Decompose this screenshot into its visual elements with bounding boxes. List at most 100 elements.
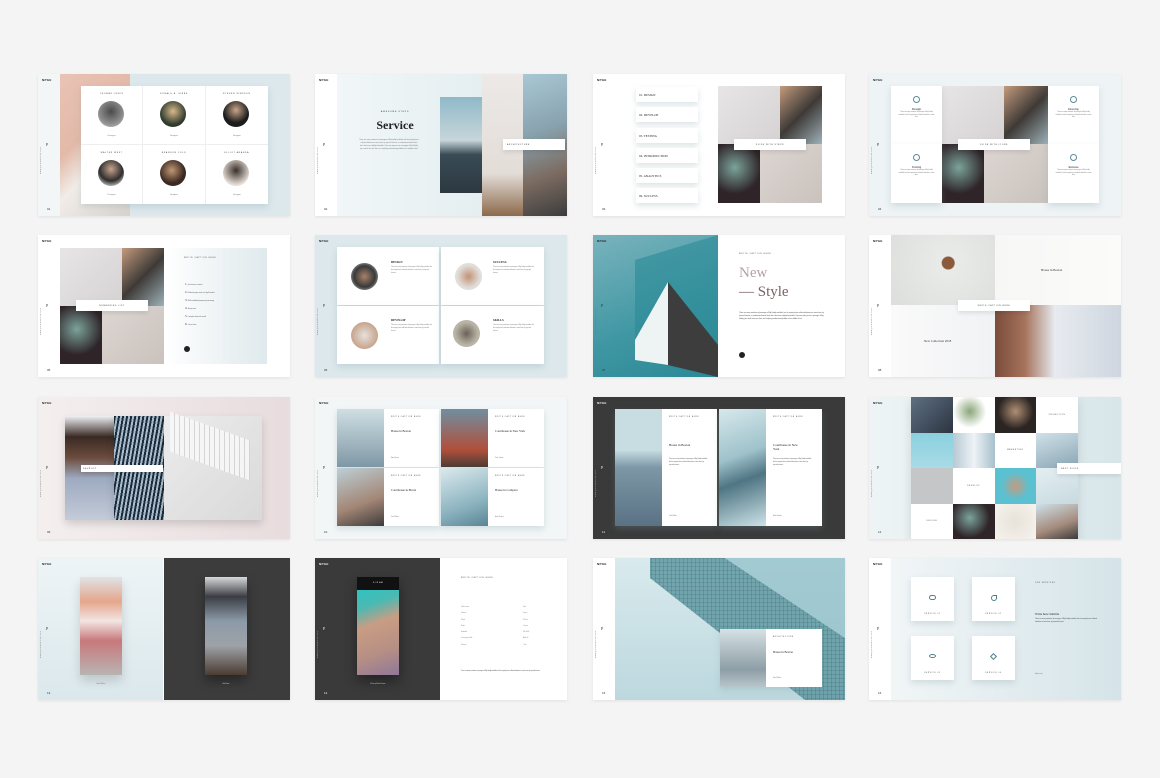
- succulent-photo: [60, 306, 102, 364]
- slide-develop[interactable]: NPGE P www.yourwebsite.com 09 DEVELOP: [38, 397, 290, 539]
- rail-mark: P: [601, 142, 604, 147]
- house-photo: [615, 409, 662, 526]
- brand-logo: NPGE: [873, 562, 883, 566]
- slide-body: There are many variations of passages of…: [359, 140, 419, 150]
- page-number: 02: [324, 207, 328, 211]
- house-author: Andre Parkerly: [773, 516, 782, 517]
- laptop-photo: [122, 248, 164, 306]
- slide-architecture[interactable]: NPGE P www.yourwebsite.com 15 ARCHITECTU…: [593, 558, 845, 700]
- slide-features[interactable]: NPGE P www.yourwebsite.com 06 DESIGN The…: [315, 235, 567, 377]
- slide-rail: NPGE P www.yourwebsite.com 14: [315, 558, 337, 700]
- next-slide-tag[interactable]: NEXT SLIDE: [1057, 463, 1121, 474]
- caption: WRITE CAPTION HERE: [739, 253, 772, 255]
- slide-dark-houses[interactable]: NPGE P www.yourwebsite.com 11 WRITE CAPT…: [593, 397, 845, 539]
- feature-photo: [351, 263, 378, 290]
- brand-logo: NPGE: [42, 78, 52, 82]
- slide-rail: NPGE P www.yourwebsite.com 10: [315, 397, 337, 539]
- page-number: 07: [602, 368, 606, 372]
- feature-card: SUCCESS There are many variations of pas…: [441, 247, 544, 305]
- member-avatar: [222, 160, 249, 186]
- house-author: Scott Wallace: [669, 516, 677, 517]
- member-name: THOMAS LEWIS: [99, 93, 124, 95]
- team-member: ELLIOT ANANDA Designer: [206, 145, 268, 204]
- tile-label: DEVELOP: [952, 468, 995, 504]
- tile-photo: [1036, 503, 1078, 539]
- house-card: ARCHITECTURE House in Boston Brian Willi…: [720, 629, 822, 687]
- feature-photo: [453, 320, 480, 347]
- house-card: WRITE CAPTION HERE House in Compton Andr…: [441, 468, 544, 526]
- icon-card: Develop There are many variations of pas…: [1048, 86, 1099, 144]
- page-number: 12: [878, 530, 882, 534]
- icon-card: Testing There are many variations of pas…: [891, 144, 942, 203]
- member-role: Designer: [107, 135, 116, 137]
- brand-logo: NPGE: [319, 562, 329, 566]
- rail-url: www.yourwebsite.com: [595, 146, 597, 174]
- slide-collection[interactable]: NPGE P www.yourwebsite.com 08 House in B…: [869, 235, 1121, 377]
- slide-newstyle[interactable]: NPGE P www.yourwebsite.com 07 WRITE CAPT…: [593, 235, 845, 377]
- man-photo: [995, 305, 1121, 377]
- feature-title: DEVELOP: [391, 318, 406, 322]
- tile-photo: [952, 432, 995, 468]
- arrow-button[interactable]: [184, 346, 190, 352]
- list-item: 4. Setup costs: [185, 306, 197, 311]
- slide-rail: NPGE P www.yourwebsite.com 16: [869, 558, 891, 700]
- slide-team[interactable]: NPGE P www.yourwebsite.com 01 THOMAS LEW…: [38, 74, 290, 216]
- card-body: There are many variations of passages of…: [898, 112, 935, 119]
- slide-title: Service: [376, 118, 414, 132]
- rail-url: www.yourwebsite.com: [40, 469, 42, 497]
- house-photo: [719, 409, 766, 526]
- service-card[interactable]: SERVICE 01: [911, 577, 954, 621]
- step-item: 05. ANALYTICS: [636, 168, 698, 184]
- slide-service[interactable]: NPGE P www.yourwebsite.com 02 AWESOME ST…: [315, 74, 567, 216]
- card-body: There are many variations of passages of…: [1055, 112, 1092, 119]
- brand-logo: NPGE: [319, 239, 329, 243]
- rail-mark: P: [323, 465, 326, 470]
- page-number: 06: [324, 368, 328, 372]
- house-photo: [337, 409, 384, 467]
- tile-photo: [994, 503, 1037, 539]
- arrow-button[interactable]: [739, 352, 745, 358]
- rail-mark: P: [877, 303, 880, 308]
- plant-photo: [760, 144, 822, 203]
- house-body: There are many variations of passages of…: [773, 459, 812, 466]
- slide-numbering[interactable]: NPGE P www.yourwebsite.com 05 NUMBERING …: [38, 235, 290, 377]
- succulent-photo: [942, 144, 984, 203]
- member-avatar: [98, 101, 124, 127]
- slide-houses[interactable]: NPGE P www.yourwebsite.com 10 WRITE CAPT…: [315, 397, 567, 539]
- diamond-icon: [989, 652, 998, 661]
- slide-icons[interactable]: NPGE P www.yourwebsite.com 04 Design The…: [869, 74, 1121, 216]
- house-card: WRITE CAPTION HERE House in Boston There…: [615, 409, 717, 526]
- rail-url: www.yourwebsite.com: [40, 146, 42, 174]
- title-line-2: — Style: [739, 284, 789, 300]
- rail-mark: P: [46, 465, 49, 470]
- pen-photo: [942, 86, 1004, 144]
- right-caption: Bob Brown: [222, 684, 230, 685]
- steps-list: 01. DESIGN 02. DEVELOP 03. TESTING 04. I…: [636, 87, 698, 209]
- brand-logo: NPGE: [319, 78, 329, 82]
- service-card[interactable]: SERVICE 02: [972, 577, 1015, 621]
- icons-tag: SLIDE WITH ICONS: [958, 139, 1030, 150]
- tile-label: MARKETING: [994, 432, 1037, 468]
- title-line-1: New: [739, 265, 768, 281]
- page-number: 04: [878, 207, 882, 211]
- phone-caption: Photo by Martin Dawson: [370, 684, 386, 685]
- signature: Explore more: [1035, 674, 1043, 675]
- leaf-icon: [990, 595, 997, 601]
- rail-mark: P: [323, 142, 326, 147]
- slide-steps[interactable]: NPGE P www.yourwebsite.com 03 01. DESIGN…: [593, 74, 845, 216]
- slide-services[interactable]: NPGE P www.yourwebsite.com 16 SERVICE 01…: [869, 558, 1121, 700]
- slide-phone[interactable]: NPGE P www.yourwebsite.com 14 9:26 AM Ph…: [315, 558, 567, 700]
- slide-portraits[interactable]: NPGE P www.yourwebsite.com 13 Brian Will…: [38, 558, 290, 700]
- house-photo: [720, 629, 766, 687]
- slide-rail: NPGE P www.yourwebsite.com 07: [593, 235, 615, 377]
- caption: WRITE CAPTION HERE: [184, 257, 217, 259]
- slide-grid[interactable]: NPGE P www.yourwebsite.com 12 PROMOTION …: [869, 397, 1121, 539]
- service-card[interactable]: SERVICE 03: [911, 636, 954, 680]
- spec-row: Warranty 1 Year: [461, 644, 527, 646]
- list-panel: [165, 248, 267, 364]
- slide-rail: NPGE P www.yourwebsite.com 13: [38, 558, 60, 700]
- succulent-photo: [718, 144, 760, 203]
- clock-icon: [1070, 96, 1077, 103]
- rail-mark: P: [877, 465, 880, 470]
- service-card[interactable]: SERVICE 04: [972, 636, 1015, 680]
